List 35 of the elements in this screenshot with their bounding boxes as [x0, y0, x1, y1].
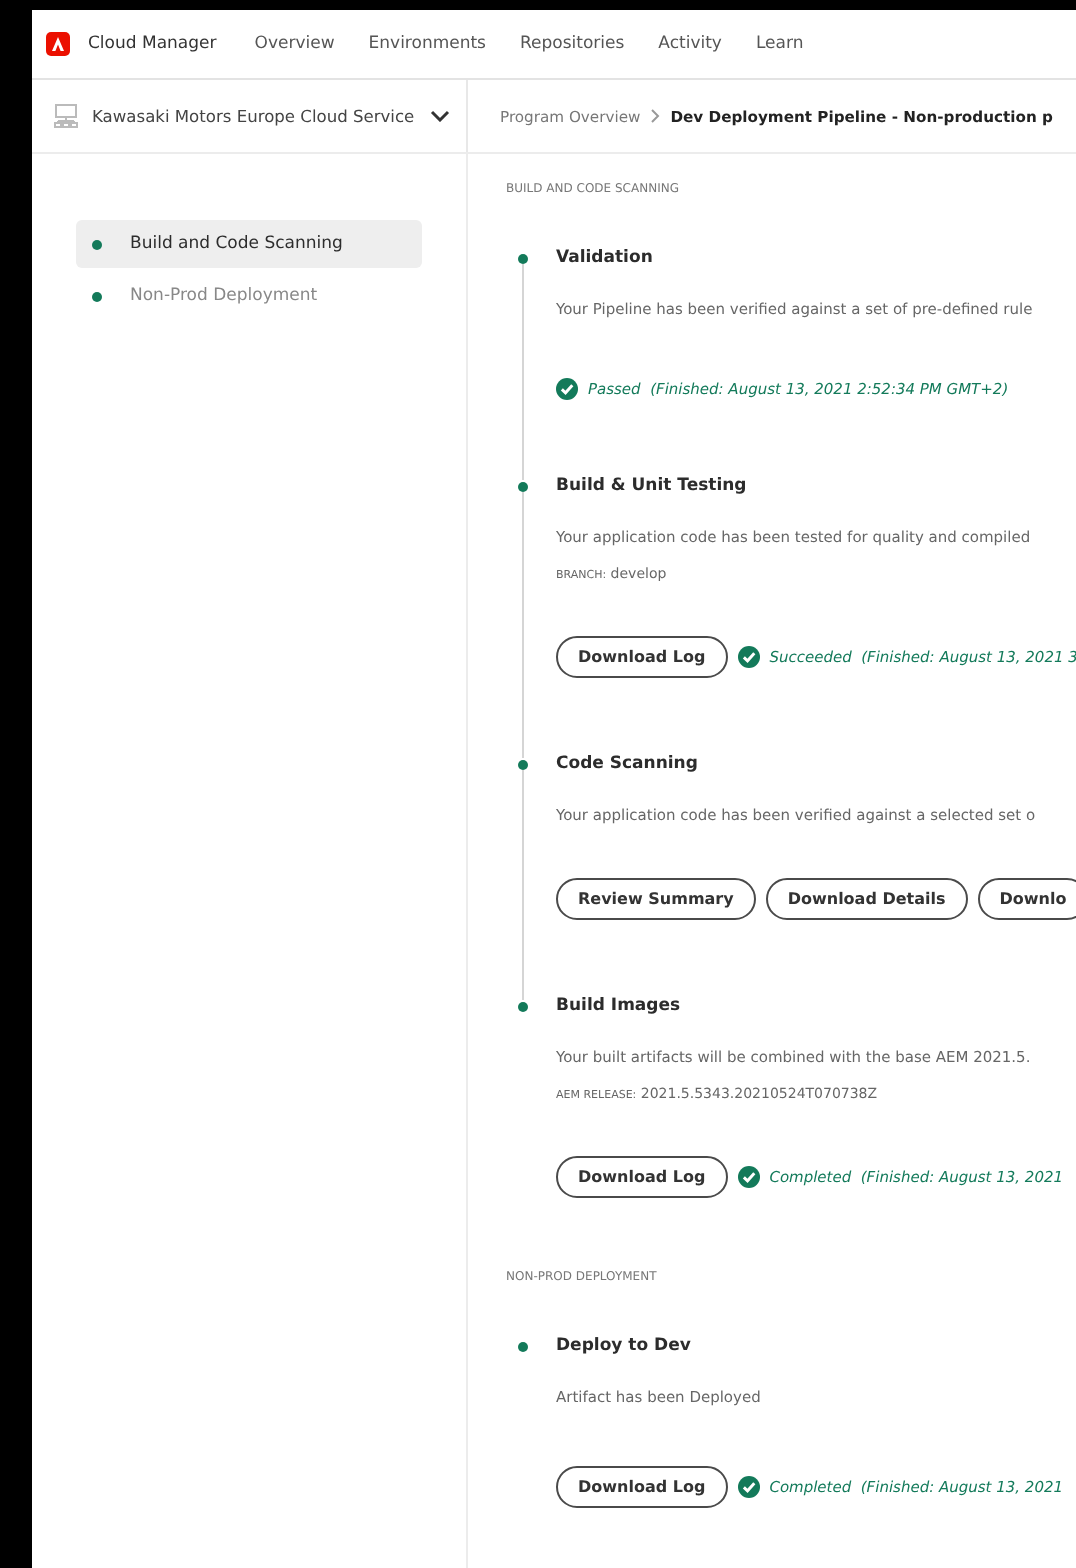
nav-link[interactable]: Activity [658, 34, 722, 54]
action-button[interactable]: Download Log [556, 636, 728, 678]
program-selector[interactable]: Kawasaki Motors Europe Cloud Service [32, 80, 468, 152]
step-dot [518, 253, 528, 263]
action-button[interactable]: Download Log [556, 1466, 728, 1508]
step-title: Build Images [556, 996, 681, 1016]
step-dot [518, 1001, 528, 1011]
check-circle-icon [556, 378, 578, 400]
sidebar-item[interactable]: Non-Prod Deployment [76, 272, 422, 320]
step-title: Build & Unit Testing [556, 476, 747, 496]
app-title: Cloud Manager [88, 34, 217, 54]
action-button[interactable]: Downlo [977, 878, 1076, 920]
sidebar-label: Build and Code Scanning [130, 234, 343, 254]
sidebar-label: Non-Prod Deployment [130, 286, 318, 306]
check-circle-icon [737, 1166, 760, 1188]
step-title: Code Scanning [556, 754, 698, 774]
nav-link[interactable]: Environments [368, 34, 486, 54]
step-dot [518, 481, 528, 491]
network-icon [52, 104, 80, 128]
action-button[interactable]: Download Details [765, 878, 968, 920]
step-title: Validation [556, 248, 653, 268]
nav-link[interactable]: Repositories [519, 34, 625, 54]
sidebar-item[interactable]: Build and Code Scanning [76, 220, 422, 268]
chevron-right-icon [650, 108, 661, 124]
step-title: Deploy to Dev [556, 1336, 691, 1356]
check-circle-icon [737, 646, 760, 668]
check-circle-icon [737, 1476, 760, 1498]
nav-link[interactable]: Overview [254, 34, 335, 54]
step-dot [518, 1341, 528, 1351]
action-button[interactable]: Review Summary [556, 878, 756, 920]
nav-link[interactable]: Learn [755, 34, 804, 54]
chevron-down-icon [430, 110, 451, 122]
action-button[interactable]: Download Log [556, 1156, 728, 1198]
step-dot [518, 759, 528, 769]
logo-icon [46, 32, 70, 56]
